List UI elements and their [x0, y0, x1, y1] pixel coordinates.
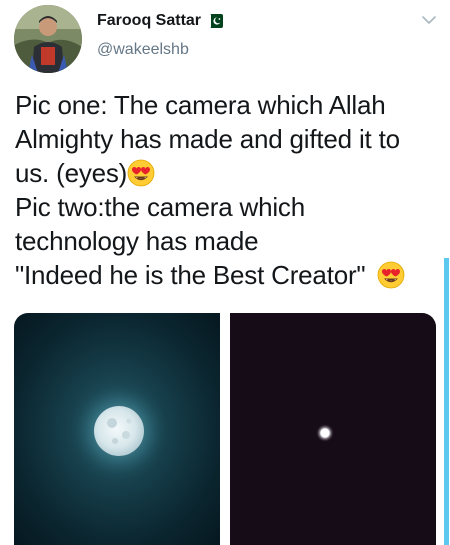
- heart-eyes-emoji-icon: [377, 261, 405, 289]
- tweet-line: Pic two:the camera which: [15, 192, 305, 222]
- avatar[interactable]: [14, 5, 82, 73]
- full-moon-photo[interactable]: [14, 313, 220, 545]
- tweet-line: Almighty has made and gifted it to: [15, 124, 400, 154]
- media-grid: [14, 313, 436, 545]
- scroll-accent-bar: [444, 258, 449, 545]
- heart-eyes-emoji-icon: [127, 159, 155, 187]
- chevron-down-icon[interactable]: [419, 12, 439, 28]
- author-block: Farooq Sattar @wakeelshb: [97, 12, 224, 59]
- tweet-line-with-emoji: us. (eyes): [15, 156, 445, 190]
- tweet-line: "Indeed he is the Best Creator": [15, 260, 366, 290]
- display-name[interactable]: Farooq Sattar: [97, 12, 201, 30]
- tweet-line: technology has made: [15, 226, 259, 256]
- handle[interactable]: @wakeelshb: [97, 41, 223, 59]
- tweet-line-with-emoji: "Indeed he is the Best Creator": [15, 258, 445, 292]
- night-sky-moon-dot-photo[interactable]: [230, 313, 436, 545]
- tweet-line: us. (eyes): [15, 158, 128, 188]
- tweet-line: Pic one: The camera which Allah: [15, 90, 386, 120]
- tweet-text: Pic one: The camera which Allah Almighty…: [15, 88, 445, 292]
- name-row: Farooq Sattar: [97, 12, 224, 30]
- tweet-card: Farooq Sattar @wakeelshb Pic one: The ca…: [0, 0, 450, 545]
- pakistan-flag-icon: [207, 14, 224, 28]
